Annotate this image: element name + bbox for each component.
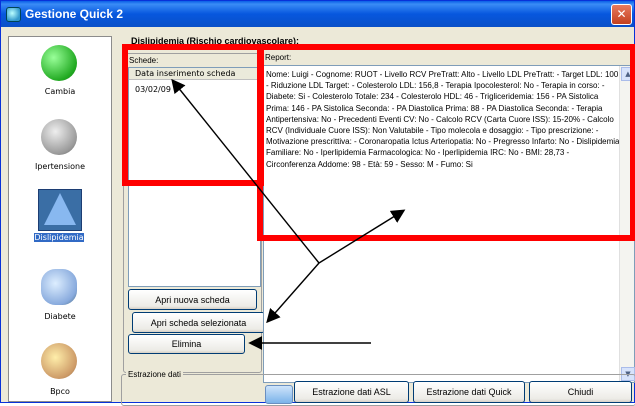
app-window: Gestione Quick 2 ✕ Cambia Ipertensione D… <box>0 0 635 406</box>
annotation-arrows <box>171 78 406 350</box>
arrow-to-open-button <box>266 262 320 324</box>
arrow-to-report <box>318 209 406 264</box>
arrow-to-list <box>171 78 320 264</box>
